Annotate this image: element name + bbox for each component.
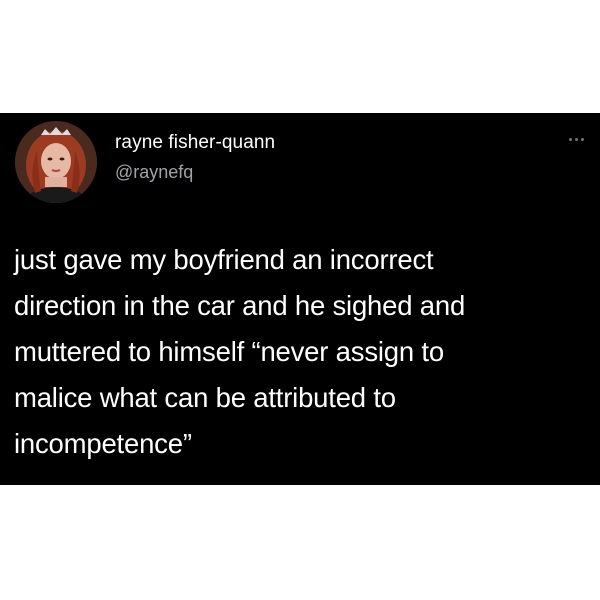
tweet-text: just gave my boyfriend an incorrect dire…: [14, 237, 589, 467]
tweet-text-line: muttered to himself “never assign to: [14, 336, 444, 367]
tweet-text-line: just gave my boyfriend an incorrect: [14, 244, 434, 275]
tweet-text-line: malice what can be attributed to: [14, 382, 396, 413]
tweet-text-line: incompetence”: [14, 428, 192, 459]
dot: [569, 138, 572, 141]
page: rayne fisher-quann @raynefq just gave my…: [0, 0, 600, 600]
author-handle[interactable]: @raynefq: [115, 162, 193, 183]
dot: [575, 138, 578, 141]
tweet-card: rayne fisher-quann @raynefq just gave my…: [0, 113, 600, 485]
dot: [581, 138, 584, 141]
tweet-text-line: direction in the car and he sighed and: [14, 290, 466, 321]
avatar-image: [15, 121, 97, 203]
author-display-name[interactable]: rayne fisher-quann: [115, 132, 275, 154]
more-options-icon[interactable]: [567, 135, 587, 145]
avatar[interactable]: [15, 121, 97, 203]
